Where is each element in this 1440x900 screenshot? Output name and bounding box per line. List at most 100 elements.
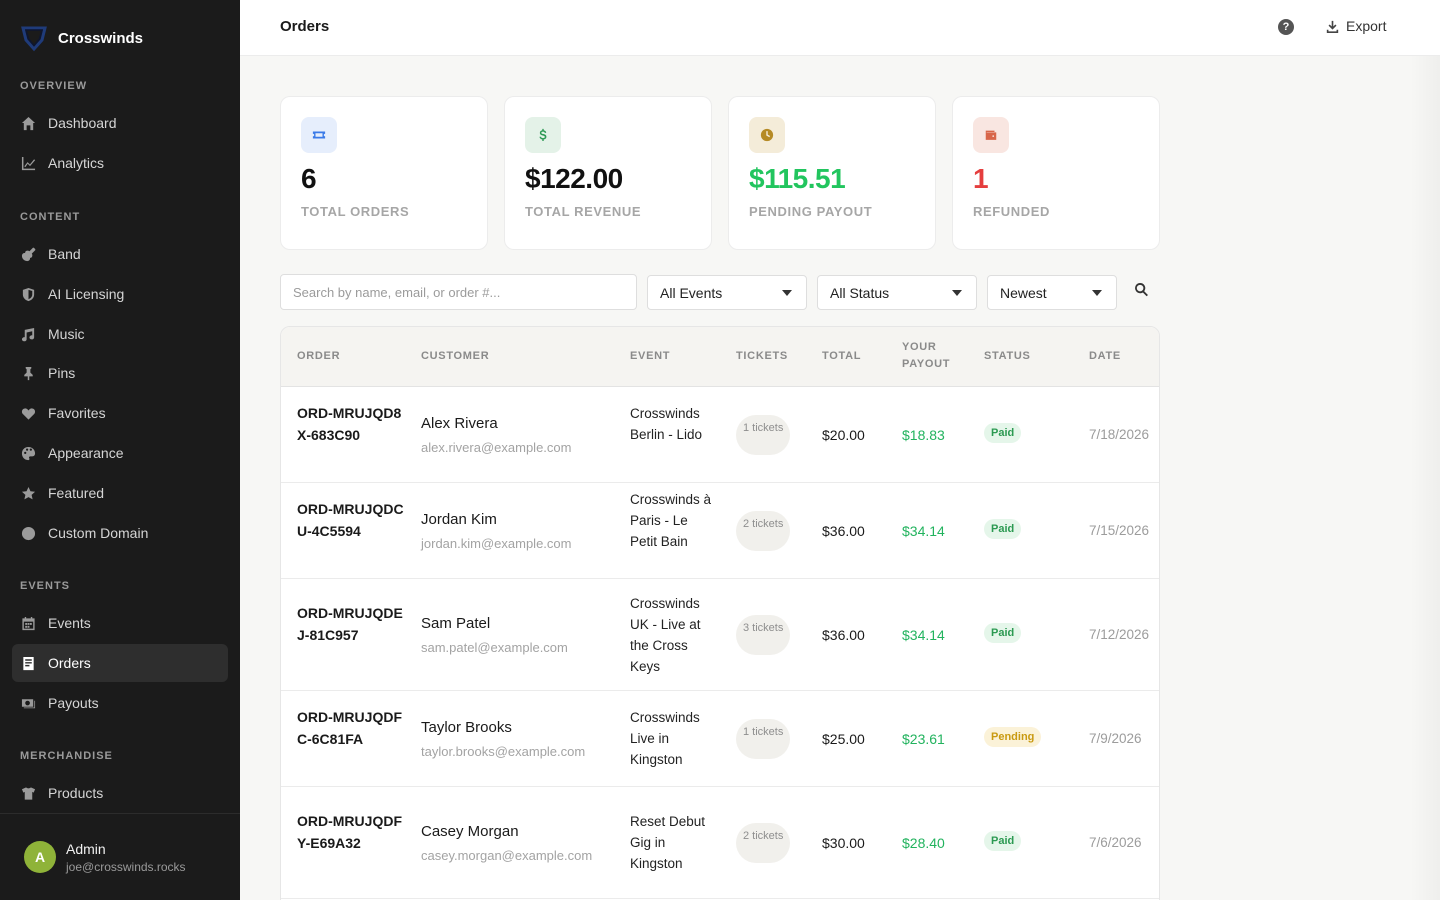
event-name: Crosswinds Live in Kingston [630, 710, 700, 767]
table-row[interactable]: ORD-MRUJQD8X-683C90 Alex Rivera alex.riv… [281, 387, 1159, 483]
scroll-shadow [1410, 56, 1440, 900]
sidebar-item-label: Band [48, 246, 81, 262]
nav-section-title: CONTENT [20, 211, 81, 223]
status-badge: Paid [984, 423, 1022, 443]
search-input[interactable] [280, 274, 637, 310]
sidebar-item-appearance[interactable]: Appearance [12, 434, 228, 472]
column-header-your-payout[interactable]: YOUR PAYOUT [902, 339, 962, 373]
user-profile[interactable]: A Admin joe@crosswinds.rocks [0, 813, 240, 900]
sidebar-item-label: Favorites [48, 405, 106, 421]
order-id[interactable]: ORD-MRUJQDFC-6C81FA [297, 706, 407, 750]
column-header-status[interactable]: STATUS [984, 348, 1084, 365]
customer-cell: Sam Patel sam.patel@example.com [421, 615, 568, 655]
sort-value: Newest [1000, 284, 1047, 301]
sidebar-item-label: Custom Domain [48, 525, 149, 541]
globe-icon [20, 525, 36, 541]
customer-email: taylor.brooks@example.com [421, 744, 586, 759]
status-badge: Paid [984, 623, 1022, 643]
table-row[interactable]: ORD-MRUJQDFY-E69A32 Casey Morgan casey.m… [281, 787, 1159, 899]
sidebar-item-label: Products [48, 785, 104, 801]
page-title: Orders [280, 18, 330, 35]
user-email: joe@crosswinds.rocks [66, 860, 186, 874]
customer-name: Sam Patel [421, 615, 491, 632]
sidebar-item-ai-licensing[interactable]: AI Licensing [12, 275, 228, 313]
sidebar-item-label: AI Licensing [48, 286, 125, 302]
sidebar-item-pins[interactable]: Pins [12, 354, 228, 392]
ticket-count-pill: 1 tickets [736, 719, 790, 759]
stat-label: REFUNDED [973, 204, 1051, 219]
ticket-count-pill: 2 tickets [736, 511, 790, 551]
column-header-date[interactable]: DATE [1089, 348, 1159, 365]
order-date: 7/15/2026 [1089, 523, 1150, 538]
palette-icon [20, 445, 36, 461]
shield-logo-icon [21, 26, 47, 52]
sidebar-item-analytics[interactable]: Analytics [12, 144, 228, 182]
chart-line-icon [20, 155, 36, 171]
music-note-icon [20, 326, 36, 342]
caret-down-icon [1092, 290, 1102, 296]
sidebar-item-products[interactable]: Products [12, 774, 228, 812]
export-button[interactable]: Export [1326, 18, 1386, 34]
order-date: 7/18/2026 [1089, 427, 1150, 442]
status-badge: Paid [984, 831, 1022, 851]
customer-name: Casey Morgan [421, 823, 519, 840]
order-total: $36.00 [822, 523, 865, 539]
sidebar-item-featured[interactable]: Featured [12, 474, 228, 512]
customer-name: Alex Rivera [421, 415, 498, 432]
dollar-icon [525, 117, 561, 153]
star-icon [20, 485, 36, 501]
caret-down-icon [952, 290, 962, 296]
sidebar-item-label: Orders [48, 655, 91, 671]
column-header-customer[interactable]: CUSTOMER [421, 348, 521, 365]
order-total: $36.00 [822, 627, 865, 643]
order-id[interactable]: ORD-MRUJQD8X-683C90 [297, 402, 407, 446]
sidebar-item-label: Payouts [48, 695, 99, 711]
table-row[interactable]: ORD-MRUJQDFC-6C81FA Taylor Brooks taylor… [281, 691, 1159, 787]
avatar: A [24, 841, 56, 873]
wallet-icon [973, 117, 1009, 153]
sidebar-item-favorites[interactable]: Favorites [12, 394, 228, 432]
stat-value: 1 [973, 163, 989, 194]
customer-cell: Casey Morgan casey.morgan@example.com [421, 823, 592, 863]
sidebar-item-custom-domain[interactable]: Custom Domain [12, 514, 228, 552]
home-icon [20, 115, 36, 131]
order-date: 7/12/2026 [1089, 627, 1150, 642]
order-payout: $23.61 [902, 731, 945, 747]
search-button[interactable] [1134, 282, 1152, 300]
sidebar-item-events[interactable]: Events [12, 604, 228, 642]
customer-cell: Alex Rivera alex.rivera@example.com [421, 415, 571, 455]
sidebar-item-music[interactable]: Music [12, 315, 228, 353]
search-icon [1135, 282, 1148, 297]
orders-table: ORDER CUSTOMER EVENT TICKETS TOTAL YOUR PAYOU… [280, 326, 1160, 900]
table-row[interactable]: ORD-MRUJQDEJ-81C957 Sam Patel sam.patel@… [281, 579, 1159, 691]
column-header-event[interactable]: EVENT [630, 348, 730, 365]
sidebar-item-orders[interactable]: Orders [12, 644, 228, 682]
event-name: Crosswinds Berlin - Lido [630, 406, 703, 442]
table-row[interactable]: ORD-MRUJQDCU-4C5594 Jordan Kim jordan.ki… [281, 483, 1159, 579]
status-badge: Pending [984, 727, 1042, 747]
download-icon [1326, 20, 1339, 33]
stat-value: $122.00 [525, 163, 623, 194]
sort-select[interactable]: Newest [987, 275, 1117, 310]
stat-card-pending-payout: $115.51 PENDING PAYOUT [728, 96, 936, 250]
calendar-icon [20, 615, 36, 631]
export-label: Export [1346, 18, 1387, 34]
status-filter-select[interactable]: All Status [817, 275, 977, 310]
stat-card-total-revenue: $122.00 TOTAL REVENUE [504, 96, 712, 250]
status-filter-value: All Status [830, 284, 890, 301]
order-id[interactable]: ORD-MRUJQDCU-4C5594 [297, 498, 407, 542]
table-header: ORDER CUSTOMER EVENT TICKETS TOTAL YOUR PAYOU… [281, 327, 1159, 387]
order-id[interactable]: ORD-MRUJQDEJ-81C957 [297, 602, 407, 646]
event-filter-select[interactable]: All Events [647, 275, 807, 310]
column-header-order[interactable]: ORDER [297, 348, 397, 365]
ticket-count-pill: 1 tickets [736, 415, 790, 455]
sidebar-item-dashboard[interactable]: Dashboard [12, 104, 228, 142]
order-id[interactable]: ORD-MRUJQDFY-E69A32 [297, 810, 407, 854]
help-icon[interactable]: ? [1278, 19, 1294, 35]
column-header-tickets[interactable]: TICKETS [736, 348, 836, 365]
sidebar-item-band[interactable]: Band [12, 235, 228, 273]
brand[interactable]: Crosswinds [20, 24, 143, 52]
stat-value: $115.51 [749, 163, 846, 194]
sidebar-item-payouts[interactable]: Payouts [12, 684, 228, 722]
money-icon [20, 695, 36, 711]
